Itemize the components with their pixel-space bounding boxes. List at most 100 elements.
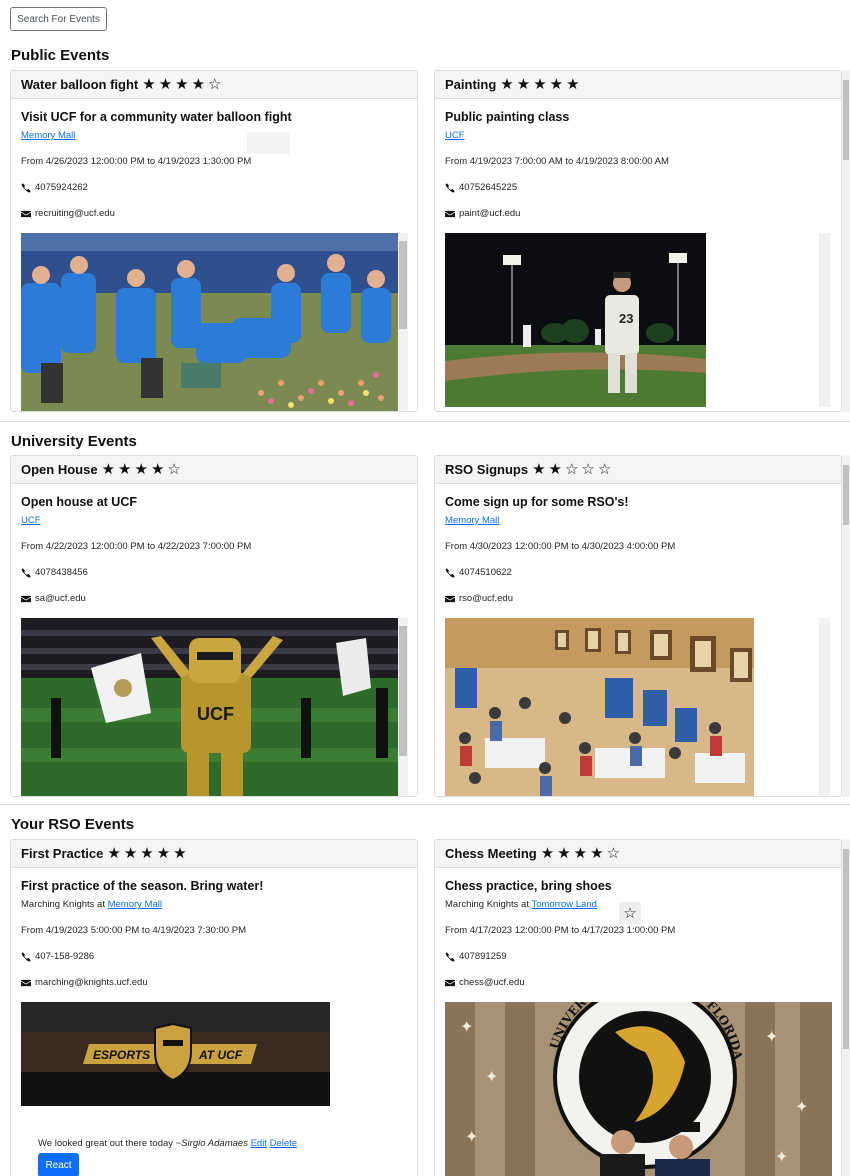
star-filled-icon[interactable]: ★ [102, 462, 115, 477]
envelope-icon [445, 209, 455, 219]
card-header: Chess Meeting ★ ★ ★ ★ ☆ [435, 840, 841, 868]
phone-icon [21, 568, 31, 578]
star-filled-icon[interactable]: ★ [157, 846, 170, 861]
svg-text:✦: ✦ [485, 1067, 498, 1086]
star-outline-icon[interactable]: ☆ [607, 846, 620, 861]
star-filled-icon[interactable]: ★ [173, 846, 186, 861]
star-outline-icon[interactable]: ☆ [167, 462, 180, 477]
star-filled-icon[interactable]: ★ [574, 846, 587, 861]
event-email: sa@ucf.edu [21, 593, 407, 604]
search-events-button[interactable]: Search For Events [10, 7, 107, 31]
star-filled-icon[interactable]: ★ [140, 846, 153, 861]
phone-icon [21, 952, 31, 962]
rating-stars[interactable]: ★ ★ ★ ★ ★ [107, 846, 186, 861]
star-filled-icon[interactable]: ★ [590, 846, 603, 861]
favorite-star-button[interactable]: ☆ [619, 902, 641, 924]
star-filled-icon[interactable]: ★ [118, 462, 131, 477]
location-link[interactable]: Memory Mall [445, 515, 499, 526]
event-card-painting: Painting ★ ★ ★ ★ ★ Public painting class UCF… [434, 70, 842, 412]
image-scrollbar[interactable] [398, 233, 408, 411]
svg-text:✦: ✦ [765, 1027, 778, 1046]
star-filled-icon[interactable]: ★ [550, 77, 563, 92]
rating-stars[interactable]: ★ ★ ★ ★ ☆ [541, 846, 620, 861]
star-filled-icon[interactable]: ★ [134, 462, 147, 477]
rating-stars[interactable]: ★ ★ ★ ★ ☆ [102, 462, 181, 477]
star-filled-icon[interactable]: ★ [517, 77, 530, 92]
star-filled-icon[interactable]: ★ [533, 77, 546, 92]
banner-left-text: ESPORTS [93, 1048, 150, 1062]
star-filled-icon[interactable]: ★ [532, 462, 545, 477]
event-name: Water balloon fight [21, 77, 139, 92]
location-link[interactable]: Memory Mall [108, 899, 162, 910]
star-filled-icon[interactable]: ★ [151, 462, 164, 477]
comment-author: Sirgio Adamaes [181, 1138, 248, 1149]
event-time: From 4/19/2023 5:00:00 PM to 4/19/2023 7… [21, 925, 246, 936]
star-outline-icon[interactable]: ☆ [208, 77, 221, 92]
event-email: paint@ucf.edu [445, 208, 831, 219]
page-scrollbar-public[interactable] [842, 70, 850, 412]
phone-icon [445, 568, 455, 578]
event-phone: 407-158-9286 [21, 951, 407, 962]
star-filled-icon[interactable]: ★ [107, 846, 120, 861]
card-header: First Practice ★ ★ ★ ★ ★ [11, 840, 417, 868]
star-filled-icon[interactable]: ★ [549, 462, 562, 477]
event-card-chess-meeting: Chess Meeting ★ ★ ★ ★ ☆ Chess practice, brin… [434, 839, 842, 1176]
star-outline-icon[interactable]: ☆ [581, 462, 594, 477]
event-image-esports: ESPORTS AT UCF [21, 1002, 330, 1106]
event-card-first-practice: First Practice ★ ★ ★ ★ ★ First practice of t… [10, 839, 418, 1176]
event-title: First practice of the season. Bring wate… [21, 879, 264, 893]
rating-stars[interactable]: ★ ★ ★ ★ ☆ [142, 77, 221, 92]
image-scrollbar[interactable] [398, 618, 408, 796]
star-outline-icon: ☆ [623, 905, 637, 922]
star-outline-icon[interactable]: ☆ [565, 462, 578, 477]
star-filled-icon[interactable]: ★ [500, 77, 513, 92]
image-scrollbar[interactable] [819, 233, 830, 407]
star-filled-icon[interactable]: ★ [159, 77, 172, 92]
banner-right-text: AT UCF [198, 1048, 243, 1062]
event-email: marching@knights.ucf.edu [21, 977, 407, 988]
event-phone: 4075924262 [21, 182, 407, 193]
card-header: Painting ★ ★ ★ ★ ★ [435, 71, 841, 99]
star-filled-icon[interactable]: ★ [566, 77, 579, 92]
phone-icon [445, 952, 455, 962]
event-time: From 4/26/2023 12:00:00 PM to 4/19/2023 … [21, 156, 252, 167]
event-name: Open House [21, 462, 98, 477]
jersey-number: 23 [619, 311, 633, 326]
location-link[interactable]: Tomorrow Land [531, 899, 596, 910]
event-phone: 407891259 [445, 951, 831, 962]
location-link[interactable]: UCF [21, 515, 41, 526]
event-location: Memory Mall [21, 130, 407, 141]
section-title-university: University Events [11, 433, 137, 450]
event-time: From 4/22/2023 12:00:00 PM to 4/22/2023 … [21, 541, 252, 552]
svg-text:✦: ✦ [460, 1017, 473, 1036]
location-link[interactable]: Memory Mall [21, 130, 75, 141]
svg-text:✦: ✦ [795, 1097, 808, 1116]
star-filled-icon[interactable]: ★ [142, 77, 155, 92]
location-link[interactable]: UCF [445, 130, 465, 141]
page-scrollbar-university[interactable] [842, 455, 850, 797]
react-button[interactable]: React [38, 1153, 79, 1176]
edit-comment-link[interactable]: Edit [251, 1138, 267, 1149]
svg-text:✦: ✦ [775, 1147, 788, 1166]
page-scrollbar-rso[interactable] [842, 839, 850, 1176]
star-filled-icon[interactable]: ★ [541, 846, 554, 861]
event-email: recruiting@ucf.edu [21, 208, 407, 219]
rating-stars[interactable]: ★ ★ ★ ★ ★ [500, 77, 579, 92]
image-scrollbar[interactable] [819, 618, 830, 796]
event-image-baseball: 23 [445, 233, 706, 407]
delete-comment-link[interactable]: Delete [270, 1138, 297, 1149]
event-card-rso-signups: RSO Signups ★ ★ ☆ ☆ ☆ Come sign up for some … [434, 455, 842, 797]
star-outline-icon[interactable]: ☆ [598, 462, 611, 477]
card-header: RSO Signups ★ ★ ☆ ☆ ☆ [435, 456, 841, 484]
rating-stars[interactable]: ★ ★ ☆ ☆ ☆ [532, 462, 611, 477]
star-filled-icon[interactable]: ★ [557, 846, 570, 861]
envelope-icon [21, 209, 31, 219]
star-filled-icon[interactable]: ★ [175, 77, 188, 92]
star-filled-icon[interactable]: ★ [124, 846, 137, 861]
event-title: Open house at UCF [21, 495, 137, 509]
star-filled-icon[interactable]: ★ [192, 77, 205, 92]
section-divider [0, 421, 850, 422]
event-name: Chess Meeting [445, 846, 537, 861]
event-phone: 4074510622 [445, 567, 831, 578]
event-image-rso-fair [445, 618, 754, 796]
